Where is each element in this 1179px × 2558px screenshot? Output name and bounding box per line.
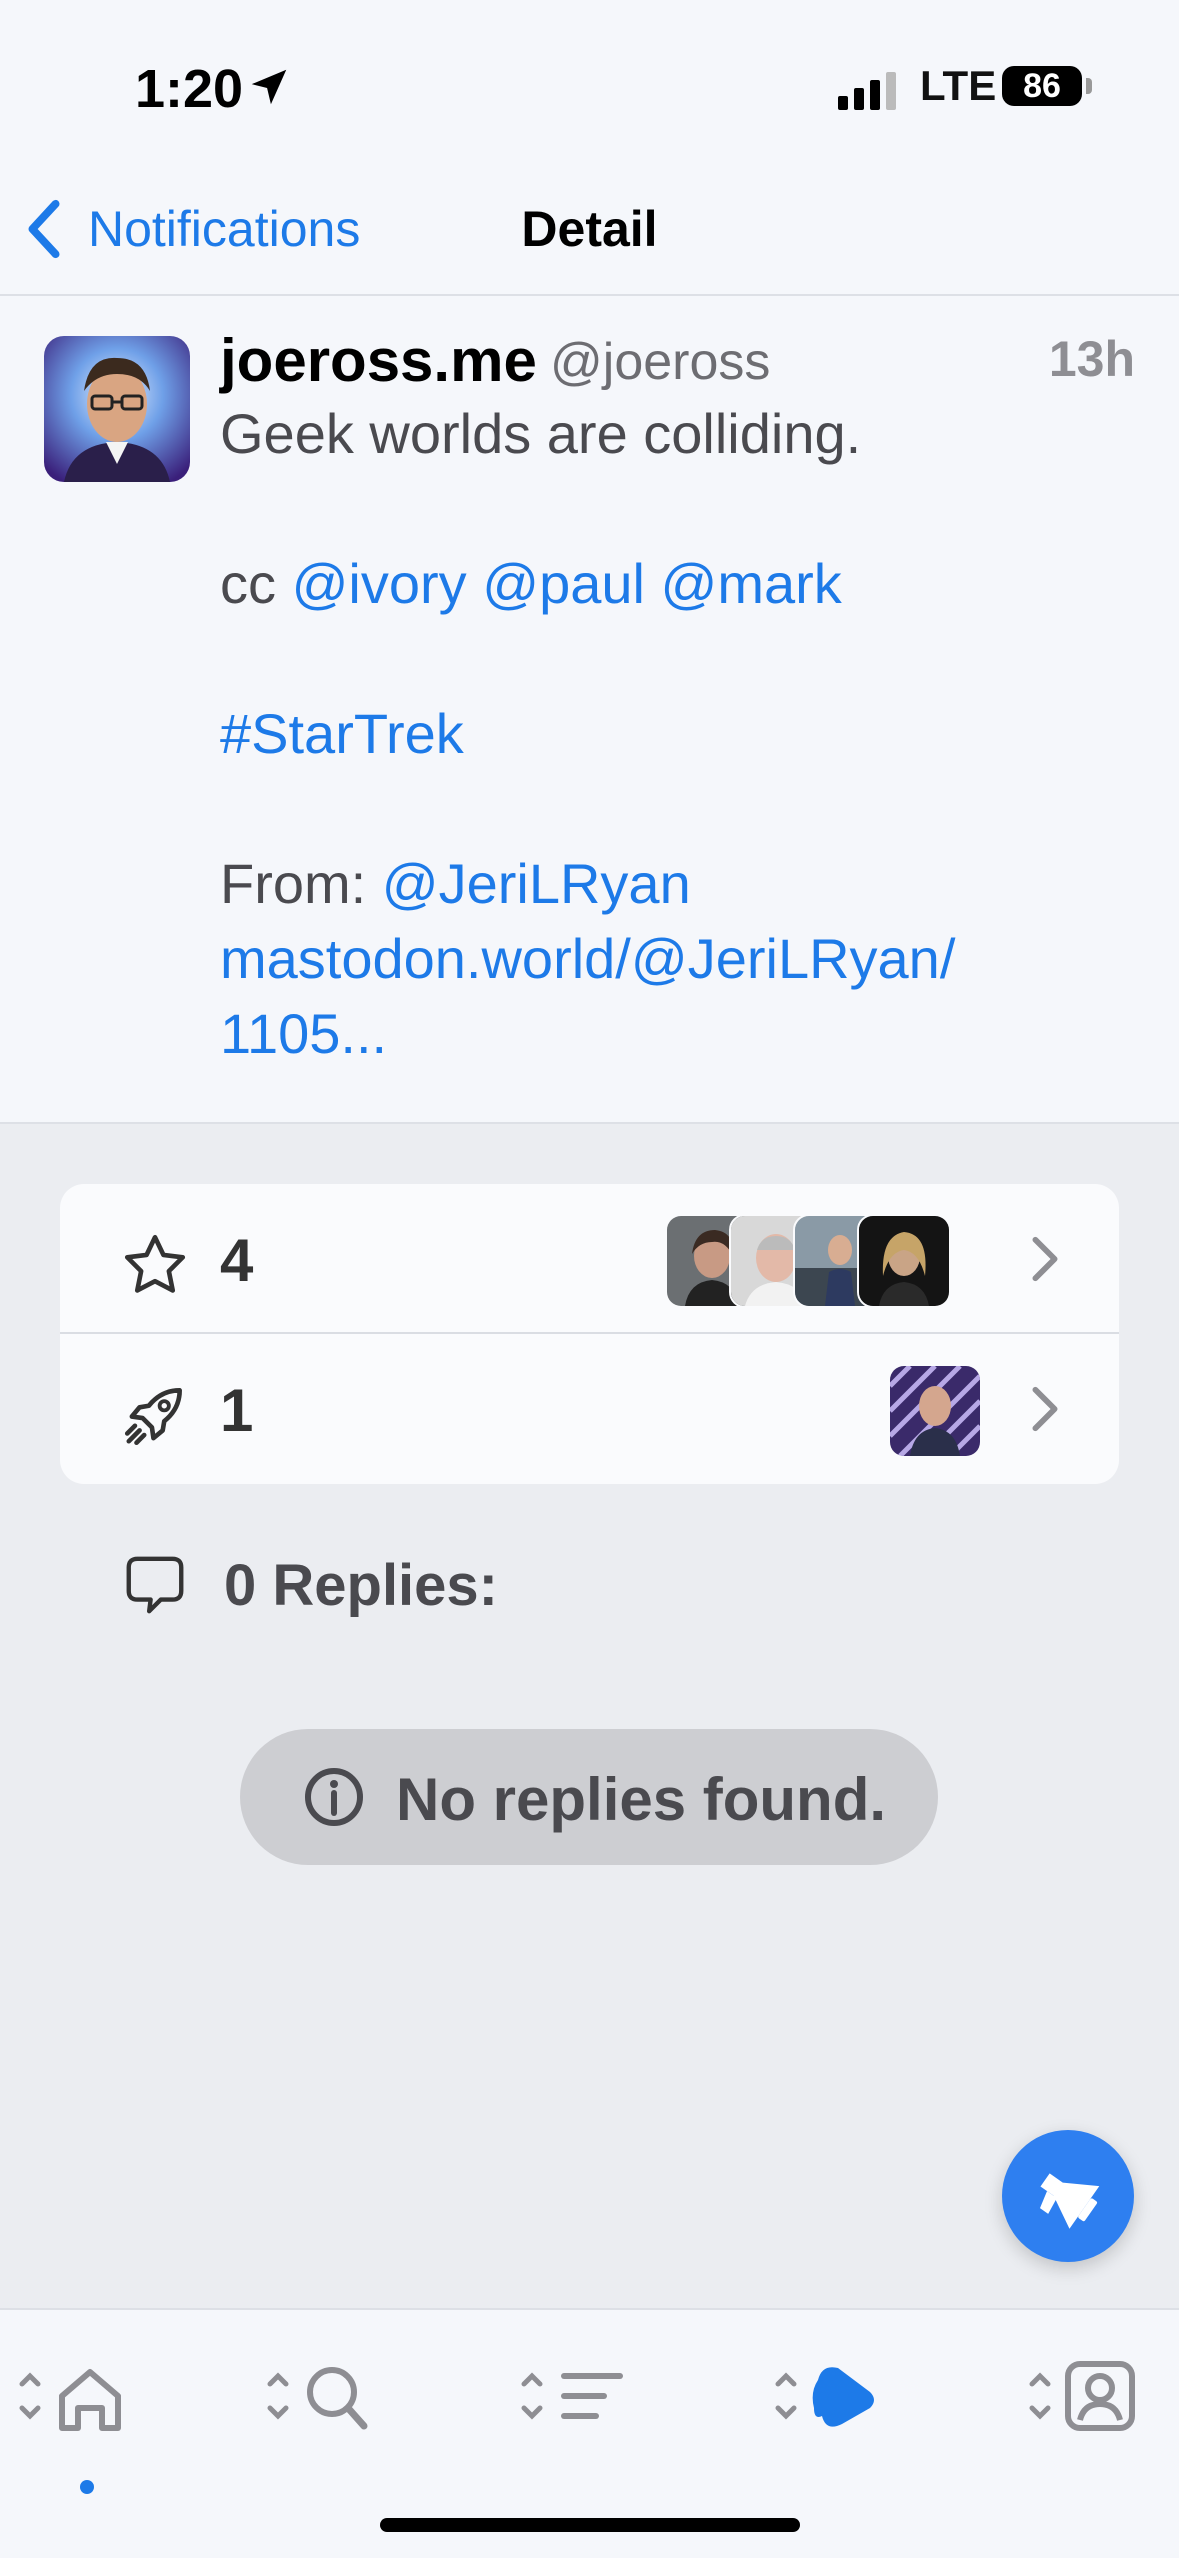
post-line: Geek worlds are colliding.: [220, 396, 1120, 471]
search-icon: [267, 2367, 368, 2430]
user-handle[interactable]: @joeross: [550, 332, 770, 392]
star-icon: [124, 1234, 186, 1293]
cellular-signal-icon: [838, 72, 896, 110]
mention-link[interactable]: @ivory: [292, 552, 467, 615]
chevron-right-icon: [1032, 1236, 1058, 1282]
url-link[interactable]: 1105...: [220, 1002, 387, 1065]
tab-lists[interactable]: [516, 2356, 636, 2476]
favorites-row[interactable]: 4: [60, 1184, 1119, 1334]
favorites-count: 4: [220, 1227, 254, 1294]
post-line: From: @JeriLRyan: [220, 846, 1120, 921]
post-detail: joeross.me @joeross 13h Geek worlds are …: [0, 296, 1179, 1124]
post-text: [645, 552, 661, 615]
info-icon: [305, 1768, 363, 1826]
compose-button[interactable]: [1002, 2130, 1134, 2262]
page-title: Detail: [521, 201, 658, 257]
display-name[interactable]: joeross.me: [220, 326, 537, 395]
chevron-right-icon: [1032, 1386, 1058, 1432]
tab-home[interactable]: [14, 2356, 134, 2494]
status-time: 1:20: [135, 59, 244, 119]
tab-notifications[interactable]: [770, 2356, 890, 2476]
post-text: [467, 552, 483, 615]
url-link[interactable]: mastodon.world/@JeriLRyan/: [220, 927, 955, 990]
boosted-by-avatars: [888, 1364, 982, 1458]
location-arrow-icon: [251, 69, 287, 105]
hashtag-link[interactable]: #StarTrek: [220, 702, 464, 765]
mention-link[interactable]: @mark: [661, 552, 842, 615]
list-icon: [521, 2372, 623, 2420]
post-blank-line: [220, 471, 1120, 546]
battery-level: 86: [1023, 67, 1061, 105]
horn-icon: [1039, 2173, 1100, 2229]
status-bar: 1:20 LTE 86: [0, 0, 1179, 170]
home-indicator: [380, 2518, 800, 2532]
post-text: cc: [220, 552, 292, 615]
avatar-image: [44, 336, 190, 482]
post-line: #StarTrek: [220, 696, 1120, 771]
boosts-row[interactable]: 1: [60, 1334, 1119, 1482]
post-line: cc @ivory @paul @mark: [220, 546, 1120, 621]
home-icon: [19, 2369, 121, 2431]
post-content: Geek worlds are colliding. cc @ivory @pau…: [220, 396, 1120, 1071]
favorited-by-avatars: [665, 1214, 951, 1308]
post-line: 1105...: [220, 996, 1120, 1071]
battery-icon: 86: [1002, 66, 1082, 106]
post-blank-line: [220, 771, 1120, 846]
post-timestamp: 13h: [1048, 331, 1135, 387]
rocket-icon: [124, 1388, 182, 1446]
tab-profile[interactable]: [1024, 2356, 1144, 2476]
mention-link[interactable]: @JeriLRyan: [382, 852, 691, 915]
avatar[interactable]: [44, 336, 190, 482]
boosts-count: 1: [220, 1377, 254, 1444]
network-type: LTE: [920, 62, 997, 109]
tab-search[interactable]: [262, 2356, 382, 2476]
post-line: mastodon.world/@JeriLRyan/: [220, 921, 1120, 996]
active-tab-indicator: [80, 2480, 94, 2494]
booster-avatar: [888, 1364, 982, 1458]
favoriter-avatar: [857, 1214, 951, 1308]
profile-icon: [1029, 2361, 1135, 2431]
empty-replies-message: No replies found.: [240, 1729, 938, 1865]
navigation-bar: Notifications Detail: [0, 170, 1179, 296]
post-text: From:: [220, 852, 382, 915]
battery-cap: [1086, 78, 1092, 94]
interactions-card: 4 1: [60, 1184, 1119, 1484]
notification-icon: [775, 2367, 874, 2427]
replies-count-label: 0 Replies:: [224, 1553, 498, 1618]
post-blank-line: [220, 621, 1120, 696]
mention-link[interactable]: @paul: [482, 552, 645, 615]
empty-replies-text: No replies found.: [396, 1766, 887, 1833]
reply-icon: [126, 1556, 184, 1614]
interactions-section: 4 1 0 Replies: No replies found.: [0, 1124, 1179, 2308]
post-text: Geek worlds are colliding.: [220, 402, 862, 465]
